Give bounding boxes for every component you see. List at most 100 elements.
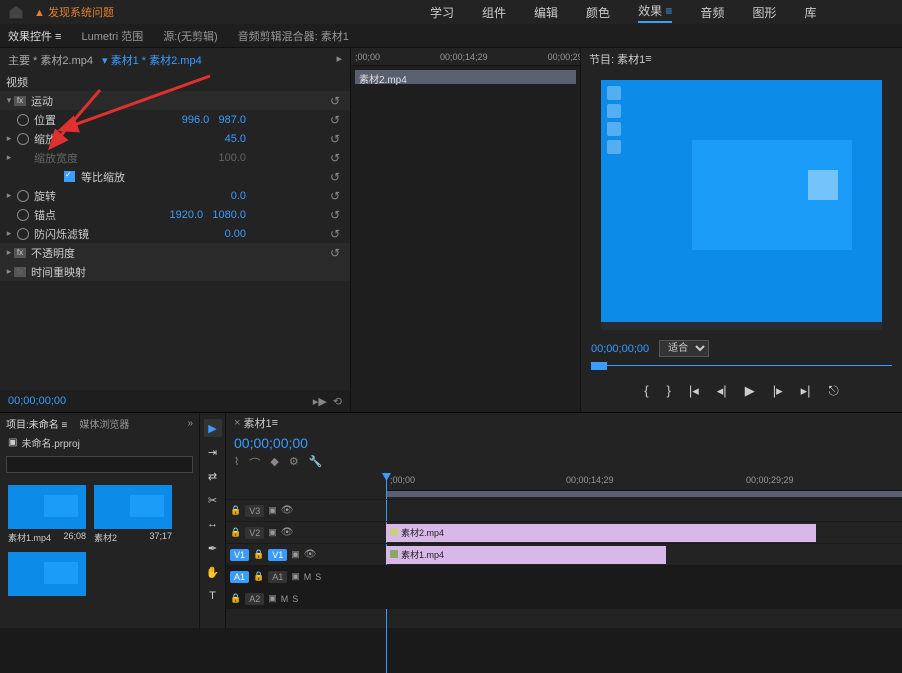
- marker-icon[interactable]: ◆: [270, 455, 278, 471]
- chevron-right-icon[interactable]: ▸: [4, 133, 14, 144]
- reset-icon[interactable]: ↺: [330, 227, 344, 241]
- link-icon[interactable]: ⌒: [249, 455, 260, 471]
- razor-tool[interactable]: ✂: [204, 491, 222, 509]
- rotation-label: 旋转: [34, 188, 56, 204]
- anchor-value[interactable]: 1920.0 1080.0: [170, 209, 246, 221]
- menu-learn[interactable]: 学习: [430, 4, 454, 21]
- settings-icon[interactable]: ⚙: [289, 455, 299, 471]
- step-fwd-icon[interactable]: |▸: [773, 383, 783, 399]
- project-clip[interactable]: 素材1.mp426;08: [8, 485, 86, 544]
- timeline-ruler[interactable]: ;00;00 00;00;14;29 00;00;29;29: [386, 473, 902, 491]
- reset-icon[interactable]: ↺: [330, 189, 344, 203]
- source-clip[interactable]: 素材2.mp4: [355, 70, 576, 84]
- reset-icon[interactable]: ↺: [330, 94, 344, 108]
- fx-badge[interactable]: fx: [14, 267, 26, 277]
- type-tool[interactable]: T: [204, 587, 222, 605]
- selection-tool[interactable]: ▶: [204, 419, 222, 437]
- sequence-name[interactable]: 素材1: [243, 415, 271, 431]
- timeline-clip-v1[interactable]: 素材1.mp4: [386, 546, 666, 564]
- time-remap-effect[interactable]: 时间重映射: [31, 264, 86, 280]
- project-clip[interactable]: 素材237;17: [94, 485, 172, 544]
- home-icon[interactable]: [8, 4, 24, 20]
- project-panel: 项目:未命名 ≡ 媒体浏览器 » ▣未命名.prproj 素材1.mp426;0…: [0, 413, 200, 628]
- stopwatch-scale[interactable]: [17, 133, 29, 145]
- slip-tool[interactable]: ↔: [204, 515, 222, 533]
- project-clip[interactable]: [8, 552, 86, 596]
- uniform-scale-checkbox[interactable]: [64, 171, 75, 182]
- program-scrubber[interactable]: [591, 365, 892, 373]
- tab-media-browser[interactable]: 媒体浏览器: [79, 416, 129, 431]
- tab-project[interactable]: 项目:未命名 ≡: [6, 416, 67, 431]
- sequence-clip-label[interactable]: ▾ 素材1 * 素材2.mp4: [99, 52, 202, 68]
- reset-icon[interactable]: ↺: [330, 132, 344, 146]
- timeline-panel: × 素材1 ≡ 00;00;00;00 ⌇ ⌒ ◆ ⚙ 🔧 🔒V3▣👁 🔒V2▣…: [226, 413, 902, 628]
- eye-icon[interactable]: 👁: [281, 505, 294, 516]
- position-value[interactable]: 996.0 987.0: [182, 114, 246, 126]
- tab-lumetri[interactable]: Lumetri 范围: [81, 28, 143, 44]
- step-back-icon[interactable]: ◂|: [717, 383, 727, 399]
- reset-icon[interactable]: ↺: [330, 208, 344, 222]
- hand-tool[interactable]: ✋: [204, 563, 222, 581]
- eye-icon[interactable]: 👁: [304, 549, 317, 560]
- eye-icon[interactable]: 👁: [281, 527, 294, 538]
- toggle-icon[interactable]: ▸▶: [313, 395, 327, 408]
- chevron-down-icon[interactable]: ▾: [4, 95, 14, 106]
- src-v1[interactable]: V1: [230, 549, 249, 561]
- lock-icon[interactable]: 🔒: [253, 549, 264, 560]
- project-search[interactable]: [6, 456, 193, 473]
- track-a2[interactable]: A2: [245, 593, 264, 605]
- tab-audio-mixer[interactable]: 音频剪辑混合器: 素材1: [238, 28, 349, 44]
- timeline-timecode[interactable]: 00;00;00;00: [226, 433, 902, 453]
- stopwatch-flicker[interactable]: [17, 228, 29, 240]
- go-in-icon[interactable]: |◂: [689, 383, 699, 399]
- fx-badge[interactable]: fx: [14, 96, 26, 106]
- track-v2[interactable]: V2: [245, 527, 264, 539]
- track-v1[interactable]: V1: [268, 549, 287, 561]
- flicker-value[interactable]: 0.00: [225, 228, 246, 240]
- stopwatch-anchor[interactable]: [17, 209, 29, 221]
- scale-value[interactable]: 45.0: [225, 133, 246, 145]
- menu-library[interactable]: 库: [804, 4, 816, 21]
- motion-effect[interactable]: 运动: [31, 93, 53, 109]
- opacity-effect[interactable]: 不透明度: [31, 245, 75, 261]
- reset-icon[interactable]: ↺: [330, 151, 344, 165]
- reset-icon[interactable]: ↺: [330, 170, 344, 184]
- program-timecode[interactable]: 00;00;00;00: [591, 343, 649, 355]
- track-a1[interactable]: A1: [268, 571, 287, 583]
- ripple-tool[interactable]: ⇄: [204, 467, 222, 485]
- reset-icon[interactable]: ↺: [330, 113, 344, 127]
- lock-icon[interactable]: 🔒: [230, 527, 241, 538]
- reset-icon[interactable]: ↺: [330, 246, 344, 260]
- wrench-icon[interactable]: 🔧: [309, 455, 323, 471]
- menu-graphics[interactable]: 图形: [752, 4, 776, 21]
- tab-effect-controls[interactable]: 效果控件 ≡: [8, 28, 61, 44]
- ec-timecode[interactable]: 00;00;00;00: [8, 395, 66, 407]
- menu-assembly[interactable]: 组件: [482, 4, 506, 21]
- timeline-clip-v2[interactable]: 素材2.mp4: [386, 524, 816, 542]
- mark-in-icon[interactable]: {: [644, 383, 648, 399]
- go-out-icon[interactable]: ▸|: [801, 383, 811, 399]
- stopwatch-rotation[interactable]: [17, 190, 29, 202]
- chevron-right-icon[interactable]: ▸: [4, 266, 14, 277]
- menu-audio[interactable]: 音频: [700, 4, 724, 21]
- tab-source[interactable]: 源:(无剪辑): [163, 28, 217, 44]
- pen-tool[interactable]: ✒: [204, 539, 222, 557]
- track-v3[interactable]: V3: [245, 505, 264, 517]
- menu-edit[interactable]: 编辑: [534, 4, 558, 21]
- stopwatch-position[interactable]: [17, 114, 29, 126]
- play-icon[interactable]: ▶: [745, 383, 755, 399]
- menu-effects[interactable]: 效果 ≡: [638, 2, 672, 23]
- program-view[interactable]: [601, 80, 882, 330]
- zoom-select[interactable]: 适合: [659, 340, 709, 357]
- loop-icon[interactable]: ⟲: [333, 395, 342, 408]
- mark-out-icon[interactable]: }: [667, 383, 671, 399]
- rotation-value[interactable]: 0.0: [231, 190, 246, 202]
- src-a1[interactable]: A1: [230, 571, 249, 583]
- export-frame-icon[interactable]: ⎋: [829, 383, 839, 399]
- track-select-tool[interactable]: ⇥: [204, 443, 222, 461]
- snap-icon[interactable]: ⌇: [234, 455, 239, 471]
- menu-color[interactable]: 颜色: [586, 4, 610, 21]
- chevron-right-icon[interactable]: ▸: [4, 247, 14, 258]
- fx-badge[interactable]: fx: [14, 248, 26, 258]
- lock-icon[interactable]: 🔒: [230, 505, 241, 516]
